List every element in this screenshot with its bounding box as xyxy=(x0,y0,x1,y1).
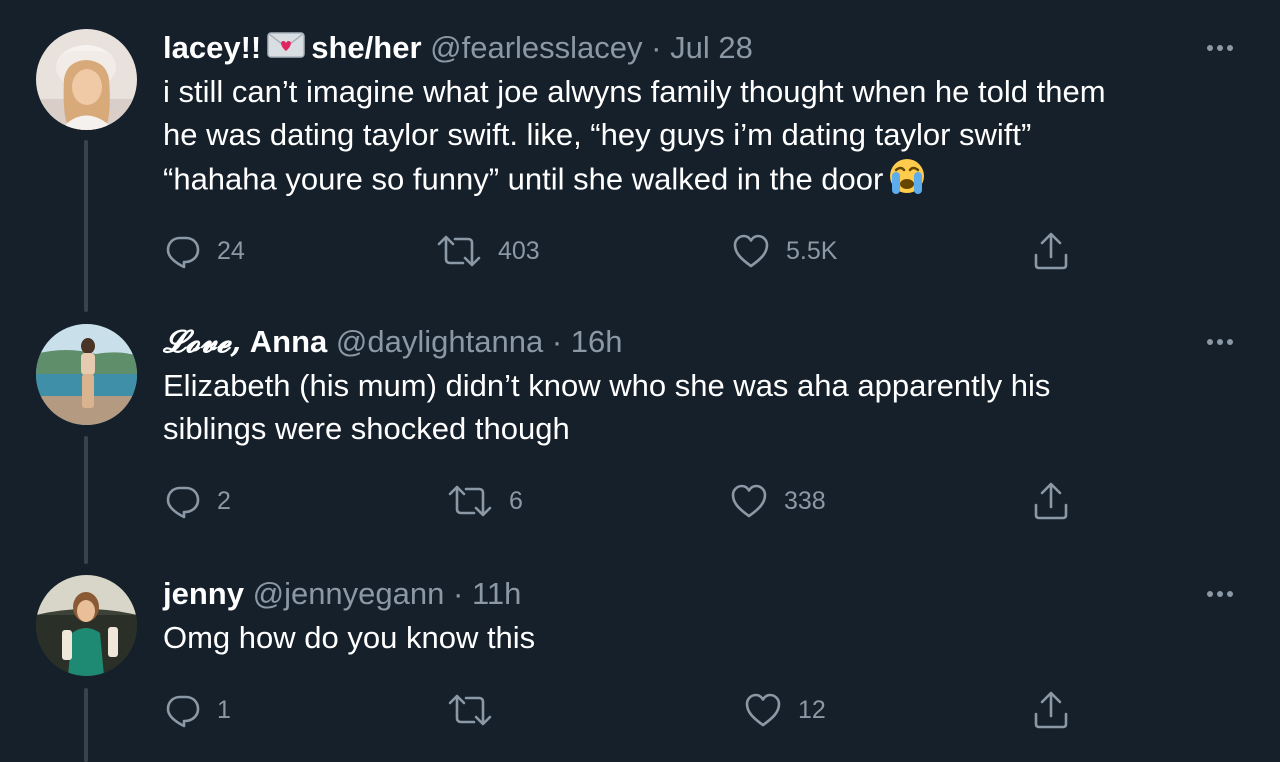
more-options-icon[interactable] xyxy=(1200,574,1240,614)
tweet-text-line: siblings were shocked though xyxy=(163,411,570,446)
avatar[interactable] xyxy=(36,575,137,676)
tweet-text: Omg how do you know this xyxy=(163,616,1243,659)
retweet-button[interactable]: 6 xyxy=(447,476,523,526)
separator-dot: · xyxy=(551,324,563,359)
tweet-header: 𝓛𝓸𝓿𝓮, Anna @daylightanna · 16h xyxy=(163,320,623,364)
display-name[interactable]: lacey!! xyxy=(163,30,261,65)
display-name[interactable]: jenny xyxy=(163,576,244,611)
more-options-icon[interactable] xyxy=(1200,28,1240,68)
share-icon xyxy=(1034,691,1068,729)
pronouns[interactable]: she/her xyxy=(311,30,421,65)
tweet-text-line-with-emoji: “hahaha youre so funny” until she walked… xyxy=(163,156,1243,207)
tweet[interactable]: jenny @jennyegann · 11h Omg how do you k… xyxy=(0,572,1280,762)
user-handle[interactable]: @jennyegann xyxy=(253,576,445,611)
tweet-actions: 24 403 5.5K xyxy=(0,226,1280,276)
reply-count: 2 xyxy=(217,486,231,515)
display-name[interactable]: Anna xyxy=(250,324,328,359)
reply-icon xyxy=(166,236,200,269)
separator-dot: · xyxy=(453,576,464,611)
reply-button[interactable]: 24 xyxy=(165,226,245,276)
heart-icon xyxy=(745,693,781,727)
tweet[interactable]: lacey!! she/her @fearlesslacey · Jul 28 … xyxy=(0,26,1280,296)
share-button[interactable] xyxy=(1031,226,1071,276)
more-options-icon[interactable] xyxy=(1200,322,1240,362)
reply-icon xyxy=(166,695,200,728)
like-count: 12 xyxy=(798,695,826,724)
like-count: 338 xyxy=(784,486,826,515)
tweet-text-line: “hahaha youre so funny” until she walked… xyxy=(163,161,884,197)
retweet-count: 6 xyxy=(509,486,523,515)
loudly-crying-face-icon xyxy=(887,156,927,207)
tweet-actions: 1 12 xyxy=(0,685,1280,735)
retweet-button[interactable]: 403 xyxy=(436,226,540,276)
love-letter-icon xyxy=(267,26,305,70)
timestamp[interactable]: 11h xyxy=(472,576,521,611)
share-button[interactable] xyxy=(1031,685,1071,735)
share-icon xyxy=(1034,482,1068,520)
retweet-icon xyxy=(448,485,492,517)
retweet-count: 403 xyxy=(498,236,540,265)
display-name-script[interactable]: 𝓛𝓸𝓿𝓮, xyxy=(163,324,241,360)
retweet-icon xyxy=(437,235,481,267)
tweet-text-line: i still can’t imagine what joe alwyns fa… xyxy=(163,74,1106,109)
reply-icon xyxy=(166,486,200,519)
reply-count: 1 xyxy=(217,695,231,724)
tweet-text-line: Omg how do you know this xyxy=(163,620,536,655)
avatar[interactable] xyxy=(36,29,137,130)
timestamp[interactable]: 16h xyxy=(571,324,623,359)
reply-button[interactable]: 1 xyxy=(165,685,231,735)
reply-thread: lacey!! she/her @fearlesslacey · Jul 28 … xyxy=(0,0,1280,762)
tweet-text: i still can’t imagine what joe alwyns fa… xyxy=(163,70,1243,207)
like-count: 5.5K xyxy=(786,236,838,265)
reply-count: 24 xyxy=(217,236,245,265)
tweet-text-line: Elizabeth (his mum) didn’t know who she … xyxy=(163,368,1051,403)
tweet-actions: 2 6 338 xyxy=(0,476,1280,526)
avatar[interactable] xyxy=(36,324,137,425)
tweet-text: Elizabeth (his mum) didn’t know who she … xyxy=(163,364,1243,450)
tweet-text-line: he was dating taylor swift. like, “hey g… xyxy=(163,117,1032,152)
retweet-button[interactable] xyxy=(447,685,509,735)
timestamp[interactable]: Jul 28 xyxy=(670,30,753,65)
like-button[interactable]: 12 xyxy=(744,685,826,735)
like-button[interactable]: 338 xyxy=(730,476,826,526)
tweet-header: lacey!! she/her @fearlesslacey · Jul 28 xyxy=(163,26,753,70)
share-button[interactable] xyxy=(1031,476,1071,526)
reply-button[interactable]: 2 xyxy=(165,476,231,526)
retweet-icon xyxy=(448,694,492,726)
share-icon xyxy=(1034,232,1068,270)
tweet-header: jenny @jennyegann · 11h xyxy=(163,572,521,616)
tweet[interactable]: 𝓛𝓸𝓿𝓮, Anna @daylightanna · 16h Elizabeth… xyxy=(0,320,1280,545)
like-button[interactable]: 5.5K xyxy=(732,226,837,276)
user-handle[interactable]: @fearlesslacey xyxy=(430,30,642,65)
heart-icon xyxy=(733,234,769,268)
heart-icon xyxy=(731,484,767,518)
user-handle[interactable]: @daylightanna xyxy=(336,324,543,359)
separator-dot: · xyxy=(651,30,662,66)
